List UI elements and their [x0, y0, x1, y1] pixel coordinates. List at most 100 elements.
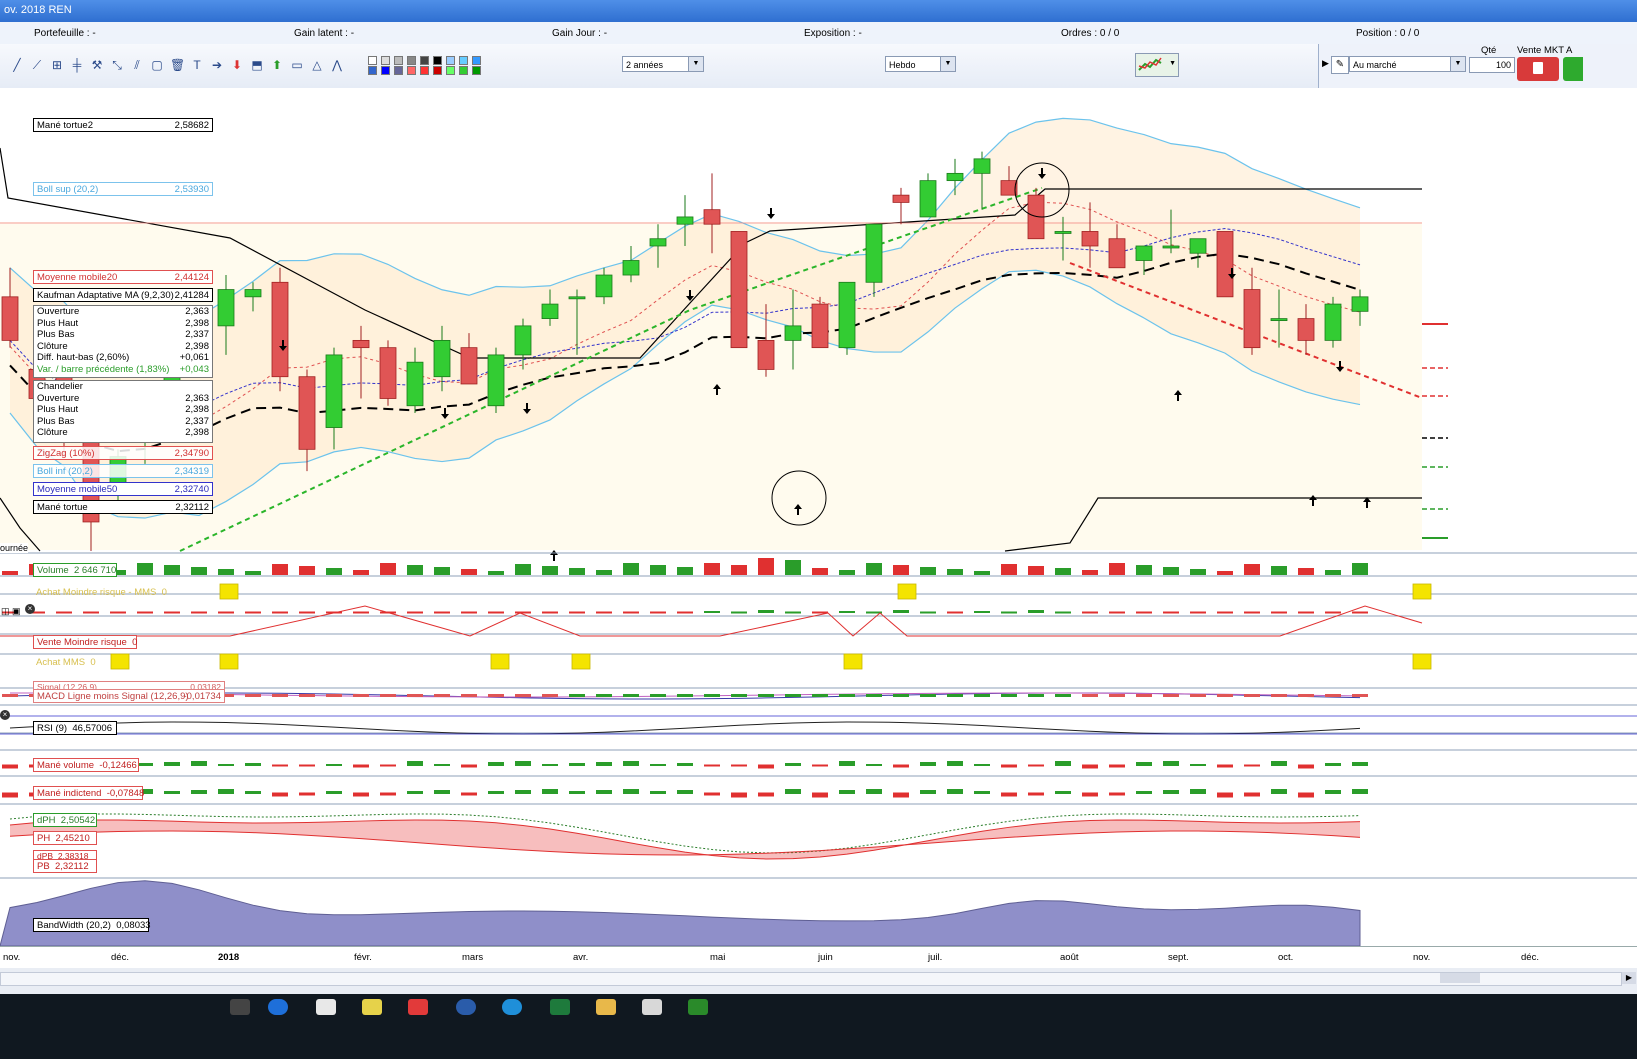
panel-minimize-icon[interactable]: ◫: [1, 606, 10, 617]
channel-tool-icon[interactable]: ⟋: [30, 58, 44, 72]
achat-indicator-bar: [353, 611, 369, 614]
achat-indicator-bar: [1217, 611, 1233, 614]
text-tool-icon[interactable]: T: [190, 58, 204, 72]
achat-indicator-bar: [164, 611, 180, 614]
arrow-down-tool-icon[interactable]: ⬇: [230, 58, 244, 72]
color-swatch[interactable]: [368, 66, 377, 75]
color-swatch[interactable]: [394, 56, 403, 65]
wrench-icon[interactable]: ✎: [1331, 56, 1349, 74]
mane-indictend-bar: [1082, 792, 1098, 797]
store-icon[interactable]: [316, 999, 336, 1015]
file-explorer-icon[interactable]: [596, 999, 616, 1015]
price-chart-svg[interactable]: [0, 88, 1637, 968]
mane-volume-bar: [488, 762, 504, 766]
mane-volume-bar: [1325, 763, 1341, 766]
volume-bar: [1136, 565, 1152, 575]
legend-mane-tortue2: Mané tortue2 2,58682: [33, 118, 213, 132]
color-swatch[interactable]: [446, 56, 455, 65]
color-swatch[interactable]: [381, 56, 390, 65]
grid-tool-icon[interactable]: ╪: [70, 58, 84, 72]
legend-mm20: Moyenne mobile20 2,44124: [33, 270, 213, 284]
chart-type-button[interactable]: ▼: [1135, 53, 1179, 77]
color-swatch[interactable]: [472, 56, 481, 65]
achat-indicator-bar: [704, 611, 720, 613]
color-swatch[interactable]: [407, 56, 416, 65]
triangle-tool-icon[interactable]: △: [310, 58, 324, 72]
color-swatch[interactable]: [459, 56, 468, 65]
panel-close-icon[interactable]: ×: [25, 604, 35, 614]
excel-icon[interactable]: [550, 999, 570, 1015]
achat-indicator-bar: [272, 611, 288, 614]
color-swatch[interactable]: [394, 66, 403, 75]
chart-area[interactable]: Mané tortue2 2,58682 Boll sup (20,2) 2,539…: [0, 88, 1637, 968]
scroll-track[interactable]: [0, 972, 1622, 986]
edge-browser-icon[interactable]: [268, 999, 288, 1015]
chandelier-label: Clôture: [37, 427, 68, 438]
rsi-panel-close-icon[interactable]: ×: [0, 710, 10, 720]
candle-body: [676, 216, 694, 225]
ordres-field: Ordres : 0 / 0: [1061, 28, 1120, 39]
mane-volume-bar: [947, 761, 963, 766]
period-select[interactable]: 2 années ▼: [622, 56, 704, 72]
macd-hist-bar: [1352, 694, 1368, 697]
window-titlebar: ov. 2018 REN: [0, 0, 1637, 22]
collapse-arrow-icon[interactable]: ▶: [1322, 58, 1329, 69]
mane-volume-bar: [1298, 764, 1314, 769]
fibonacci-tool-icon[interactable]: ⊞: [50, 58, 64, 72]
app-blue-icon[interactable]: [502, 999, 522, 1015]
chart-scrollbar[interactable]: ▶: [0, 968, 1637, 994]
trash-tool-icon[interactable]: 🗑: [170, 58, 185, 72]
macd-hist-bar: [569, 694, 585, 697]
scroll-thumb[interactable]: [1440, 973, 1480, 983]
hammer-tool-icon[interactable]: ⚒: [90, 58, 104, 72]
color-swatch[interactable]: [381, 66, 390, 75]
time-axis-label: oct.: [1278, 952, 1294, 963]
extend-tool-icon[interactable]: ⤡: [110, 58, 124, 72]
parallel-tool-icon[interactable]: ⫽: [130, 58, 144, 72]
mane-indictend-bar: [164, 791, 180, 794]
sell-button[interactable]: [1517, 57, 1559, 81]
order-type-select[interactable]: Au marché ▼: [1349, 56, 1466, 72]
color-swatch[interactable]: [420, 66, 429, 75]
panel-maximize-icon[interactable]: ▣: [12, 606, 21, 617]
mane-volume-bar: [623, 761, 639, 766]
achat-indicator-bar: [1271, 611, 1287, 614]
chart-type-icon: [1138, 57, 1162, 71]
task-view-icon[interactable]: [230, 999, 250, 1015]
buy-button[interactable]: [1563, 57, 1583, 81]
arrow-right-tool-icon[interactable]: ➔: [210, 58, 224, 72]
sticky-notes-icon[interactable]: [362, 999, 382, 1015]
color-swatch[interactable]: [420, 56, 429, 65]
color-swatch[interactable]: [368, 56, 377, 65]
order-type-value: Au marché: [1353, 60, 1397, 70]
macd-hist-bar: [1136, 694, 1152, 697]
rectangle-tool-icon[interactable]: ▭: [290, 58, 304, 72]
color-swatch[interactable]: [472, 66, 481, 75]
chandelier-row: Chandelier: [34, 381, 212, 393]
macd-hist-bar: [893, 694, 909, 697]
scroll-right-icon[interactable]: ▶: [1622, 972, 1636, 984]
qty-input[interactable]: [1469, 57, 1515, 73]
color-swatch[interactable]: [433, 56, 442, 65]
zigzag-tool-icon[interactable]: ⋀: [330, 58, 344, 72]
trading-app-icon[interactable]: [688, 999, 708, 1015]
arrow-up-tool-icon[interactable]: ⬆: [270, 58, 284, 72]
color-swatch[interactable]: [407, 66, 416, 75]
app-m-icon[interactable]: [456, 999, 476, 1015]
rect-tool-icon[interactable]: ▢: [150, 58, 164, 72]
mane-volume-bar: [569, 763, 585, 766]
rotate-tool-icon[interactable]: ⬒: [250, 58, 264, 72]
color-swatch[interactable]: [446, 66, 455, 75]
achat-indicator-bar: [1109, 611, 1125, 614]
trendline-tool-icon[interactable]: ╱: [10, 58, 24, 72]
achat-indicator-bar: [1055, 611, 1071, 614]
color-swatch[interactable]: [459, 66, 468, 75]
macd-hist-bar: [380, 694, 396, 697]
interval-select[interactable]: Hebdo ▼: [885, 56, 956, 72]
macd-hist-bar: [1298, 694, 1314, 697]
chevron-down-icon: ▼: [688, 57, 703, 71]
app-hat-icon[interactable]: [642, 999, 662, 1015]
app-red-icon[interactable]: [408, 999, 428, 1015]
mane-indictend-bar: [380, 792, 396, 796]
color-swatch[interactable]: [433, 66, 442, 75]
